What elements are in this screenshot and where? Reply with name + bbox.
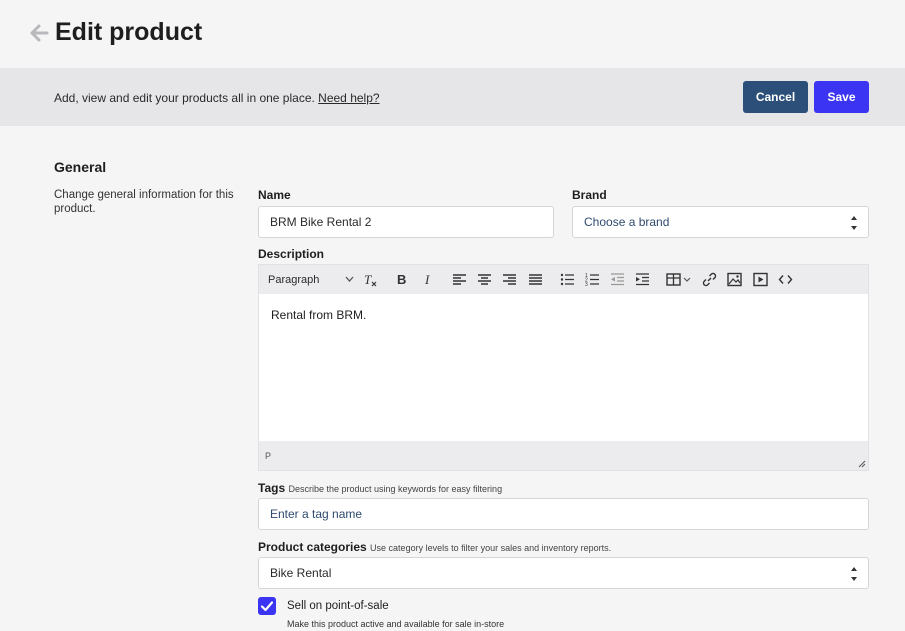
categories-hint: Use category levels to filter your sales… bbox=[370, 543, 612, 553]
table-icon[interactable] bbox=[666, 272, 692, 287]
brand-placeholder: Choose a brand bbox=[584, 215, 670, 229]
bold-icon[interactable]: B bbox=[395, 272, 410, 287]
italic-icon[interactable]: I bbox=[421, 272, 436, 287]
section-description: Change general information for this prod… bbox=[54, 189, 234, 215]
sell-on-pos-description: Make this product active and available f… bbox=[287, 619, 505, 629]
page-title: Edit product bbox=[55, 18, 203, 46]
tags-label: Tags Describe the product using keywords… bbox=[258, 481, 502, 495]
align-left-icon[interactable] bbox=[452, 272, 467, 287]
sell-on-pos-checkbox[interactable] bbox=[258, 597, 276, 615]
align-justify-icon[interactable] bbox=[528, 272, 543, 287]
name-label: Name bbox=[258, 188, 291, 202]
svg-text:I: I bbox=[424, 272, 430, 287]
clear-format-icon[interactable]: T bbox=[363, 272, 378, 287]
editor-toolbar: Paragraph T B I 123 bbox=[259, 265, 868, 294]
svg-text:3: 3 bbox=[585, 282, 588, 287]
tags-placeholder: Enter a tag name bbox=[270, 507, 363, 521]
banner-text: Add, view and edit your products all in … bbox=[54, 91, 380, 105]
link-icon[interactable] bbox=[702, 272, 717, 287]
name-input[interactable]: BRM Bike Rental 2 bbox=[258, 206, 554, 238]
categories-label: Product categories Use category levels t… bbox=[258, 540, 611, 554]
need-help-link[interactable]: Need help? bbox=[318, 91, 379, 105]
editor-content[interactable]: Rental from BRM. bbox=[271, 308, 366, 322]
align-center-icon[interactable] bbox=[477, 272, 492, 287]
indent-icon[interactable] bbox=[635, 272, 650, 287]
editor-statusbar: P bbox=[259, 441, 868, 470]
image-icon[interactable] bbox=[727, 272, 742, 287]
page-header: Edit product bbox=[0, 0, 905, 68]
tags-label-text: Tags bbox=[258, 481, 286, 495]
code-icon[interactable] bbox=[778, 272, 793, 287]
categories-label-text: Product categories bbox=[258, 540, 367, 554]
element-path[interactable]: P bbox=[265, 451, 271, 461]
save-button[interactable]: Save bbox=[814, 81, 869, 113]
select-arrows-icon bbox=[851, 567, 857, 581]
categories-value: Bike Rental bbox=[270, 566, 332, 580]
description-editor: Paragraph T B I 123 Rental from BRM. P bbox=[258, 264, 869, 471]
svg-text:T: T bbox=[364, 272, 372, 287]
outdent-icon[interactable] bbox=[610, 272, 625, 287]
resize-handle-icon[interactable] bbox=[858, 460, 866, 468]
description-label: Description bbox=[258, 247, 325, 261]
media-icon[interactable] bbox=[753, 272, 768, 287]
brand-label: Brand bbox=[572, 188, 607, 202]
select-arrows-icon bbox=[851, 216, 857, 230]
align-right-icon[interactable] bbox=[502, 272, 517, 287]
info-banner: Add, view and edit your products all in … bbox=[0, 68, 905, 126]
categories-select[interactable]: Bike Rental bbox=[258, 557, 869, 589]
name-value: BRM Bike Rental 2 bbox=[270, 215, 372, 229]
arrow-left-icon[interactable] bbox=[28, 22, 50, 44]
chevron-down-icon bbox=[345, 276, 354, 282]
checkmark-icon bbox=[260, 601, 274, 612]
brand-select[interactable]: Choose a brand bbox=[572, 206, 869, 238]
sell-on-pos-label[interactable]: Sell on point-of-sale bbox=[287, 600, 389, 612]
block-format-select[interactable]: Paragraph bbox=[268, 265, 354, 294]
block-format-label: Paragraph bbox=[268, 273, 320, 286]
tags-hint: Describe the product using keywords for … bbox=[288, 484, 503, 494]
svg-text:B: B bbox=[397, 272, 406, 287]
bullet-list-icon[interactable] bbox=[560, 272, 575, 287]
banner-message: Add, view and edit your products all in … bbox=[54, 91, 315, 105]
tags-input[interactable]: Enter a tag name bbox=[258, 498, 869, 530]
section-title: General bbox=[54, 159, 107, 175]
numbered-list-icon[interactable]: 123 bbox=[585, 272, 600, 287]
cancel-button[interactable]: Cancel bbox=[743, 81, 808, 113]
